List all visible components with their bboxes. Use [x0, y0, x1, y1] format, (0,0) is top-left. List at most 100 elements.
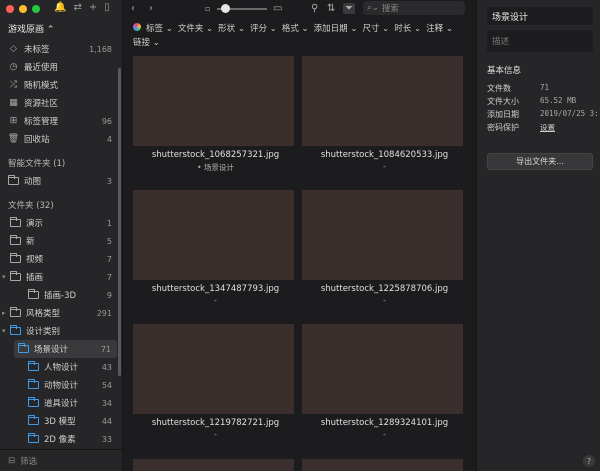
sidebar-item[interactable]: ⤮ 随机模式: [0, 76, 118, 94]
sidebar-nav: ◇ 未标签 1,168 ◷ 最近使用 ⤮ 随机模式 ▦ 资源社区 ⊞ 标签管理 96 🗑 回收站 4 智能文件…: [0, 40, 118, 448]
chevron-down-icon[interactable]: ▾: [2, 327, 10, 335]
filter-dropdown[interactable]: 格式 ⌄: [282, 22, 309, 34]
sidebar-item[interactable]: ◷ 最近使用: [0, 58, 118, 76]
folder-count: 54: [101, 380, 112, 390]
filter-dropdown[interactable]: 添加日期 ⌄: [314, 22, 358, 34]
chevron-down-icon[interactable]: ▾: [2, 273, 10, 281]
sidebar-item[interactable]: 🗑 回收站 4: [0, 130, 118, 148]
asset-thumbnail[interactable]: [133, 324, 294, 414]
asset-tag: -: [383, 296, 386, 305]
main-toolbar: ‹ › ▫ ▭ ⚲ ⇅ ⏷ ⌕⌄ 搜索: [123, 0, 476, 18]
filter-dropdown[interactable]: 尺寸 ⌄: [362, 22, 389, 34]
back-icon[interactable]: ‹: [131, 3, 135, 14]
info-key: 密码保护: [487, 123, 519, 132]
chevron-right-icon[interactable]: ▸: [2, 309, 10, 317]
asset-filename: shutterstock_1289324101.jpg: [320, 418, 449, 428]
sidebar-item-label: 资源社区: [24, 99, 59, 109]
sidebar-toggle-icon[interactable]: ▯: [104, 2, 110, 13]
folder-item[interactable]: 演示 1: [0, 214, 118, 232]
folder-item[interactable]: ▾ 插画 7: [0, 268, 118, 286]
asset-thumbnail[interactable]: [133, 56, 294, 146]
library-switcher[interactable]: 游戏原画 ⌃: [8, 22, 54, 35]
asset-tag: -: [383, 430, 386, 439]
filter-dropdown[interactable]: 形状 ⌄: [218, 22, 245, 34]
folder-icon: [10, 253, 21, 263]
sidebar-item[interactable]: ▦ 资源社区: [0, 94, 118, 112]
description-field[interactable]: 描述: [487, 30, 593, 52]
password-set-link[interactable]: 设置: [540, 122, 555, 133]
folder-item[interactable]: 3D 模型 44: [0, 412, 118, 430]
folder-count: 5: [106, 236, 112, 246]
asset-card[interactable]: shutterstock_1068257321.jpg • 场景设计: [133, 56, 298, 173]
asset-card[interactable]: shutterstock_1347487793.jpg -: [133, 190, 298, 305]
folder-item[interactable]: 动物设计 54: [0, 376, 118, 394]
small-thumb-icon: ▫: [205, 4, 211, 13]
slider-knob[interactable]: [221, 4, 230, 13]
forward-icon[interactable]: ›: [149, 3, 153, 14]
sidebar-toolbar: 🔔 ⇄ + ▯: [54, 2, 110, 13]
help-button[interactable]: ?: [583, 455, 595, 467]
filter-dropdown[interactable]: 文件夹 ⌄: [178, 22, 213, 34]
filter-dropdown[interactable]: 时长 ⌄: [394, 22, 421, 34]
filter-dropdown[interactable]: 注释 ⌄: [426, 22, 453, 34]
folder-section: 文件夹 (32): [8, 201, 54, 211]
sidebar-item-label: 标签管理: [24, 117, 59, 127]
folder-icon: [28, 379, 39, 389]
export-folder-button[interactable]: 导出文件夹...: [487, 153, 593, 170]
asset-card[interactable]: shutterstock_1084620533.jpg -: [302, 56, 467, 171]
window-controls: [6, 5, 40, 13]
folder-item[interactable]: 人物设计 43: [0, 358, 118, 376]
swap-icon[interactable]: ⇄: [73, 2, 81, 13]
folder-count: 7: [106, 272, 112, 282]
asset-card[interactable]: shutterstock_1225878706.jpg -: [302, 190, 467, 305]
folder-item[interactable]: 道具设计 34: [0, 394, 118, 412]
asset-card[interactable]: shutterstock_1219782721.jpg -: [133, 324, 298, 439]
folder-item[interactable]: 插画-3D 9: [0, 286, 118, 304]
filter-funnel-icon[interactable]: ⏷: [343, 3, 355, 14]
folder-label: 视频: [26, 255, 44, 265]
minimize-window-button[interactable]: [19, 5, 27, 13]
sort-icon[interactable]: ⇅: [327, 3, 335, 14]
asset-thumbnail[interactable]: [302, 324, 463, 414]
close-window-button[interactable]: [6, 5, 14, 13]
community-icon: ▦: [9, 98, 18, 108]
main-content: ‹ › ▫ ▭ ⚲ ⇅ ⏷ ⌕⌄ 搜索 标签 ⌄ 文件夹 ⌄ 形状 ⌄ 评分 ⌄ 格式 …: [123, 0, 476, 471]
color-filter-icon[interactable]: [133, 23, 141, 31]
zoom-window-button[interactable]: [32, 5, 40, 13]
folder-label: 人物设计: [44, 363, 79, 373]
asset-thumbnail-partial[interactable]: [133, 459, 294, 471]
folder-item[interactable]: 2D 像素 33: [0, 430, 118, 448]
filter-dropdown[interactable]: 链接 ⌄: [133, 36, 160, 48]
asset-thumbnail-partial[interactable]: [302, 459, 463, 471]
filter-dropdown[interactable]: 标签 ⌄: [146, 22, 173, 34]
add-icon[interactable]: +: [89, 2, 97, 13]
asset-tag: -: [383, 162, 386, 171]
sidebar-item[interactable]: ◇ 未标签 1,168: [0, 40, 118, 58]
folder-item[interactable]: ▸ 风格类型 291: [0, 304, 118, 322]
asset-thumbnail[interactable]: [302, 190, 463, 280]
folder-item[interactable]: ▾ 设计类别: [0, 322, 118, 340]
sidebar-item-label: 回收站: [24, 135, 50, 145]
info-value: 2019/07/25 3:: [540, 109, 599, 118]
asset-thumbnail[interactable]: [133, 190, 294, 280]
filter-dropdown[interactable]: 评分 ⌄: [250, 22, 277, 34]
asset-card[interactable]: shutterstock_1289324101.jpg -: [302, 324, 467, 439]
folder-label: 风格类型: [26, 309, 61, 319]
folder-filter-input[interactable]: 筛选: [20, 455, 37, 467]
pin-icon[interactable]: ⚲: [311, 3, 318, 14]
smart-folder-item[interactable]: 动图 3: [0, 172, 118, 190]
folder-icon: [10, 235, 21, 245]
folder-item[interactable]: 新5: [0, 232, 118, 250]
sidebar-item-label: 最近使用: [24, 63, 59, 73]
sidebar-scrollbar[interactable]: [118, 68, 121, 376]
folder-item[interactable]: 视频 7: [0, 250, 118, 268]
sidebar-item[interactable]: ⊞ 标签管理 96: [0, 112, 118, 130]
folder-filter[interactable]: ⊟ 筛选: [0, 449, 123, 471]
folder-icon: [28, 415, 39, 425]
folder-name-field[interactable]: 场景设计: [487, 7, 593, 25]
folder-item[interactable]: 场景设计 71: [14, 340, 117, 358]
search-input[interactable]: 搜索: [382, 2, 399, 14]
search-box[interactable]: ⌕⌄ 搜索: [363, 1, 465, 15]
asset-thumbnail[interactable]: [302, 56, 463, 146]
bell-icon[interactable]: 🔔: [54, 2, 66, 13]
